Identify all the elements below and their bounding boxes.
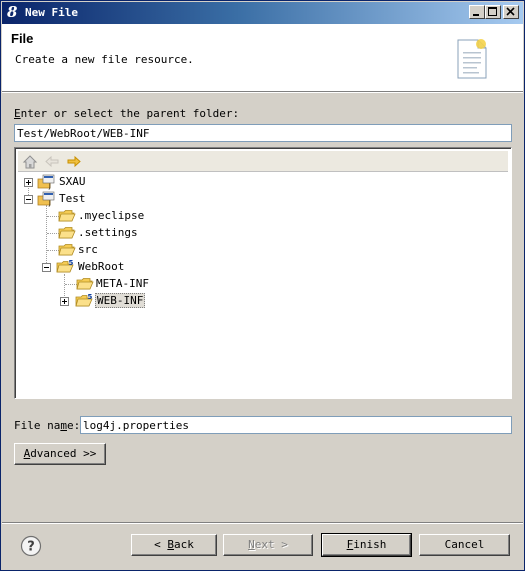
tree-nav-bar xyxy=(18,151,508,172)
tree-item-label: .settings xyxy=(78,226,138,239)
tree-item-label: WebRoot xyxy=(78,260,125,273)
title-bar[interactable]: 8 New File xyxy=(2,2,523,24)
back-button[interactable]: < Back xyxy=(131,534,217,556)
tree-item-settings[interactable]: .settings xyxy=(16,225,316,242)
footer-separator-highlight xyxy=(2,523,523,524)
collapse-toggle[interactable] xyxy=(24,195,33,204)
parent-folder-label: Enter or select the parent folder: xyxy=(14,107,240,120)
tree-item-label: SXAU xyxy=(59,175,86,188)
tree-item-label: .myeclipse xyxy=(78,209,145,222)
parent-folder-input[interactable]: Test/WebRoot/WEB-INF xyxy=(14,124,512,142)
expand-toggle[interactable] xyxy=(60,297,69,306)
folder-icon xyxy=(58,244,76,256)
close-icon xyxy=(506,7,515,16)
tree-item-label: WEB-INF xyxy=(95,293,146,308)
folder-tree-panel: J SXAU J Test .myeclipse .settings src 5… xyxy=(14,147,512,399)
window-title: New File xyxy=(25,6,78,19)
tree-item-myeclipse[interactable]: .myeclipse xyxy=(16,208,316,225)
help-icon[interactable]: ? xyxy=(20,535,42,557)
back-arrow-icon[interactable] xyxy=(43,153,61,170)
svg-text:J: J xyxy=(48,183,51,190)
tree-item-src[interactable]: src xyxy=(16,242,316,259)
next-button[interactable]: Next > xyxy=(223,534,313,556)
file-name-input[interactable]: log4j.properties xyxy=(80,416,512,434)
expand-toggle[interactable] xyxy=(24,178,33,187)
new-file-wizard-icon xyxy=(457,39,487,79)
maximize-button[interactable] xyxy=(485,5,501,19)
home-icon[interactable] xyxy=(21,153,39,170)
banner-description: Create a new file resource. xyxy=(15,53,194,66)
minimize-icon xyxy=(473,14,479,16)
folder-icon xyxy=(58,210,76,222)
new-file-dialog: 8 New File File Create a new file resour… xyxy=(0,0,525,571)
folder-tree[interactable]: J SXAU J Test .myeclipse .settings src 5… xyxy=(15,148,511,398)
finish-button[interactable]: Finish xyxy=(321,533,412,557)
project-icon: J xyxy=(37,191,55,207)
tree-item-webroot[interactable]: 5 WebRoot xyxy=(16,259,316,276)
tree-item-sxau[interactable]: J SXAU xyxy=(16,174,316,191)
wizard-banner: File Create a new file resource. xyxy=(2,24,523,92)
banner-separator xyxy=(2,92,523,93)
tree-item-label: META-INF xyxy=(96,277,149,290)
maximize-icon xyxy=(488,7,497,16)
file-name-label: File name: xyxy=(14,419,81,432)
close-button[interactable] xyxy=(503,5,519,19)
svg-text:?: ? xyxy=(27,540,35,555)
tree-item-web-inf[interactable]: 5 WEB-INF xyxy=(16,293,316,310)
tree-item-label: src xyxy=(78,243,98,256)
svg-text:5: 5 xyxy=(69,259,74,267)
project-icon: J xyxy=(37,174,55,190)
cancel-button[interactable]: Cancel xyxy=(419,534,510,556)
web-folder-icon: 5 xyxy=(75,293,93,307)
eclipse-app-icon: 8 xyxy=(7,3,18,21)
svg-text:J: J xyxy=(48,200,51,207)
folder-icon xyxy=(76,278,94,290)
tree-item-meta-inf[interactable]: META-INF xyxy=(16,276,316,293)
minimize-button[interactable] xyxy=(469,5,485,19)
forward-arrow-icon[interactable] xyxy=(65,153,83,170)
web-folder-icon: 5 xyxy=(56,259,74,273)
advanced-button[interactable]: Advanced >> xyxy=(14,443,106,465)
banner-title: File xyxy=(11,31,34,46)
tree-item-test[interactable]: J Test xyxy=(16,191,316,208)
collapse-toggle[interactable] xyxy=(42,263,51,272)
folder-icon xyxy=(58,227,76,239)
svg-text:5: 5 xyxy=(88,293,93,301)
tree-item-label: Test xyxy=(59,192,86,205)
